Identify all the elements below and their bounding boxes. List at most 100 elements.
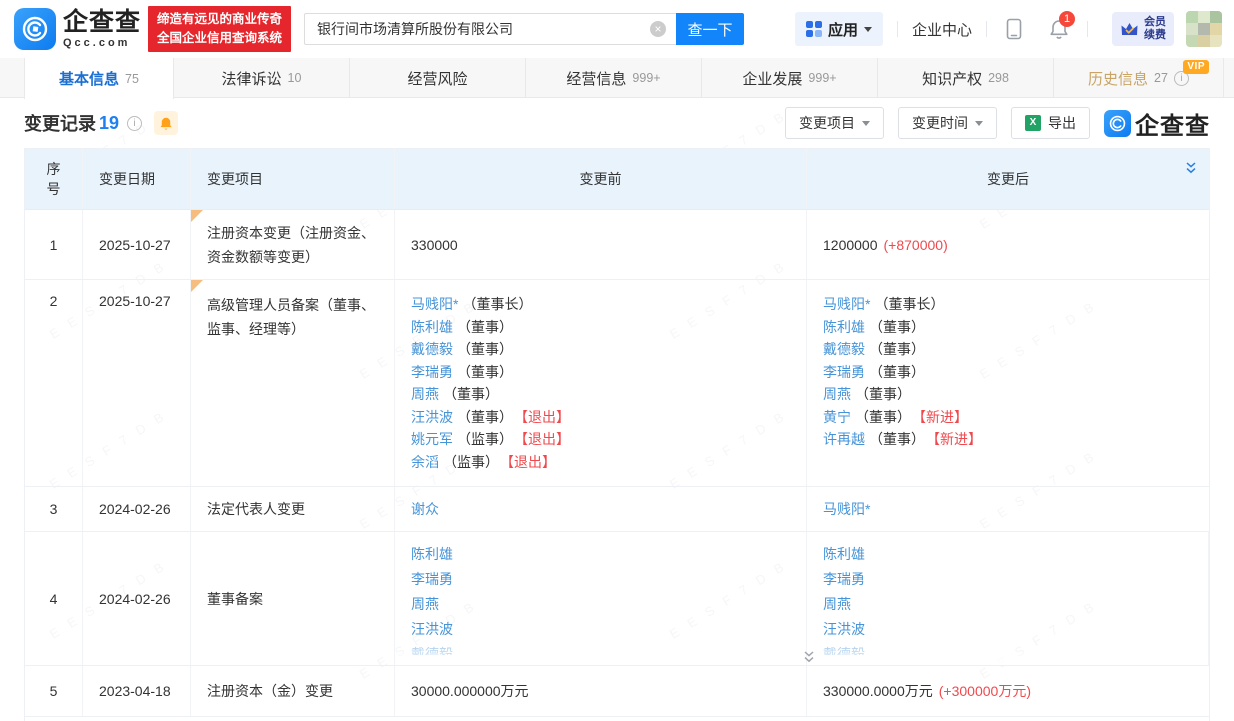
person-link[interactable]: 周燕: [823, 386, 851, 402]
person-link[interactable]: 戴德毅: [823, 341, 865, 357]
person-link[interactable]: 汪洪波: [411, 409, 453, 425]
change-before-cell: 30000.000000万元: [395, 666, 807, 716]
apps-button[interactable]: 应用: [795, 12, 883, 46]
filter-change-time-dropdown[interactable]: 变更时间: [898, 107, 997, 139]
member-renew-button[interactable]: 会员 续费: [1112, 12, 1174, 46]
person-link[interactable]: 汪洪波: [411, 621, 453, 637]
expand-all-rows-icon[interactable]: [1185, 161, 1197, 175]
person-line: 姚元军（监事）【退出】: [411, 428, 570, 451]
fade-overlay: [395, 649, 806, 665]
person-link[interactable]: 李瑞勇: [823, 571, 865, 587]
change-after-cell: 马贱阳*（董事长）陈利雄（董事）戴德毅（董事）李瑞勇（董事）周燕（董事）黄宁（董…: [807, 280, 1209, 486]
change-date: 2023-04-18: [83, 666, 191, 716]
person-role: （董事）: [855, 409, 911, 425]
notification-bell-icon[interactable]: 1: [1049, 18, 1069, 40]
person-role: （董事）: [457, 364, 513, 380]
tab-法律诉讼[interactable]: 法律诉讼10: [174, 58, 350, 98]
filter-change-item-dropdown[interactable]: 变更项目: [785, 107, 884, 139]
top-bar: 企查查 Qcc.com 缔造有远见的商业传奇 全国企业信用查询系统 × 查一下 …: [0, 0, 1234, 58]
brand-block[interactable]: 企查查 Qcc.com: [63, 10, 141, 49]
change-date: 2024-02-26: [83, 487, 191, 531]
person-line: 汪洪波（董事）【退出】: [411, 406, 570, 429]
column-header: 变更前: [395, 149, 807, 209]
person-link[interactable]: 许再越: [823, 431, 865, 447]
tab-经营信息[interactable]: 经营信息999+: [526, 58, 702, 98]
person-role: （董事）: [869, 431, 925, 447]
person-line: 戴德毅: [411, 642, 453, 655]
person-link[interactable]: 李瑞勇: [411, 571, 453, 587]
section-count: 19: [99, 113, 119, 134]
tab-count: 75: [125, 72, 139, 86]
person-link[interactable]: 周燕: [411, 596, 439, 612]
person-link[interactable]: 李瑞勇: [411, 364, 453, 380]
change-date: 2025-10-27: [83, 280, 191, 486]
change-item: 注册资本（金）变更: [191, 666, 395, 716]
column-header: 变更后: [807, 149, 1209, 209]
tab-基本信息[interactable]: 基本信息75: [24, 58, 174, 99]
tab-count: 999+: [808, 71, 836, 85]
person-link[interactable]: 戴德毅: [411, 646, 453, 655]
person-line: 戴德毅（董事）: [411, 338, 570, 361]
row-number: 2: [25, 280, 83, 486]
person-list: 谢众: [411, 498, 439, 521]
qcc-logo-icon[interactable]: [14, 8, 56, 50]
person-change-tag: 【新进】: [933, 431, 982, 447]
person-link[interactable]: 汪洪波: [823, 621, 865, 637]
mobile-app-icon[interactable]: [1005, 18, 1023, 40]
slogan-line-1: 缔造有远见的商业传奇: [157, 10, 282, 29]
person-link[interactable]: 戴德毅: [411, 341, 453, 357]
person-link[interactable]: 周燕: [823, 596, 851, 612]
value-delta: (+870000): [884, 237, 948, 253]
change-after-cell: 1200000(+870000): [807, 210, 1209, 279]
person-link[interactable]: 李瑞勇: [823, 364, 865, 380]
tab-count: 298: [988, 71, 1009, 85]
person-link[interactable]: 马贱阳*: [823, 296, 870, 312]
person-line: 周燕（董事）: [411, 383, 570, 406]
person-link[interactable]: 陈利雄: [823, 319, 865, 335]
person-link[interactable]: 陈利雄: [411, 546, 453, 562]
tab-知识产权[interactable]: 知识产权298: [878, 58, 1054, 98]
person-role: （董事）: [457, 409, 513, 425]
person-change-tag: 【新进】: [919, 409, 968, 425]
user-avatar[interactable]: [1186, 11, 1222, 47]
value-text: 330000.0000万元: [823, 681, 933, 701]
enterprise-center-link[interactable]: 企业中心: [912, 19, 972, 40]
column-header: 序号: [25, 149, 83, 209]
tab-label: 历史信息: [1088, 68, 1148, 89]
tab-经营风险[interactable]: 经营风险: [350, 58, 526, 98]
search-button[interactable]: 查一下: [676, 13, 744, 45]
person-link[interactable]: 马贱阳*: [411, 296, 458, 312]
person-link[interactable]: 戴德毅: [823, 646, 865, 655]
person-line: 陈利雄（董事）: [411, 316, 570, 339]
person-link[interactable]: 姚元军: [411, 431, 453, 447]
person-link[interactable]: 陈利雄: [411, 319, 453, 335]
monitor-bell-icon[interactable]: [154, 111, 178, 135]
clear-search-icon[interactable]: ×: [650, 21, 666, 37]
person-line: 马贱阳*（董事长）: [823, 293, 982, 316]
change-item-text: 注册资本变更（注册资金、资金数额等变更）: [207, 221, 378, 269]
change-before-cell: 330000: [395, 210, 807, 279]
expand-row-icon[interactable]: [800, 649, 818, 665]
person-change-tag: 【退出】: [521, 431, 570, 447]
table-row: 32024-02-26法定代表人变更谢众马贱阳*: [25, 487, 1209, 532]
person-link[interactable]: 谢众: [411, 501, 439, 517]
section-title: 变更记录: [24, 110, 96, 136]
export-button[interactable]: X 导出: [1011, 107, 1090, 139]
person-role: （监事）: [443, 454, 499, 470]
top-nav-right: 应用 企业中心 1 会员 续费: [795, 11, 1222, 47]
info-icon[interactable]: i: [127, 116, 142, 131]
person-link[interactable]: 周燕: [411, 386, 439, 402]
person-role: （董事长）: [462, 296, 532, 312]
change-item: 注册资本变更（注册资金、资金数额等变更）: [191, 210, 395, 279]
next-row-sliver: [24, 717, 1210, 721]
person-link[interactable]: 黄宁: [823, 409, 851, 425]
person-link[interactable]: 马贱阳*: [823, 501, 870, 517]
tab-历史信息[interactable]: 历史信息27VIPi: [1054, 58, 1224, 98]
person-link[interactable]: 陈利雄: [823, 546, 865, 562]
search-input[interactable]: [304, 13, 676, 45]
row-number: 5: [25, 666, 83, 716]
change-after-cell: 陈利雄李瑞勇周燕汪洪波戴德毅: [807, 532, 1209, 665]
tab-企业发展[interactable]: 企业发展999+: [702, 58, 878, 98]
person-link[interactable]: 余滔: [411, 454, 439, 470]
person-line: 李瑞勇: [411, 567, 453, 592]
